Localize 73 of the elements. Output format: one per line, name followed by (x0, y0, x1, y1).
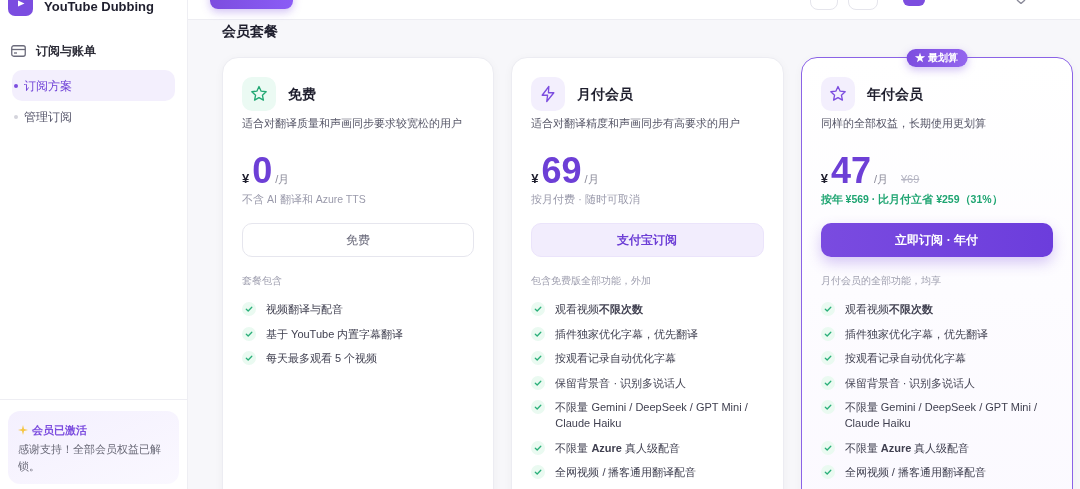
features-title: 包含免费版全部功能，外加 (531, 274, 653, 288)
feature-text: 观看视频不限次数 (555, 302, 644, 317)
plan-name: 月付会员 (577, 84, 634, 104)
price-amount: 0 (252, 153, 273, 189)
check-icon (820, 326, 835, 341)
plan-description: 同样的全部权益，长期使用更划算 (820, 116, 987, 131)
sidebar-item[interactable]: 订阅方案 (12, 70, 175, 101)
plan-name: 免费 (288, 84, 316, 104)
feature-text: 不限量 Azure 真人级配音 (844, 440, 970, 456)
plan-button[interactable]: 立即订阅 · 年付 (820, 223, 1053, 257)
check-icon (820, 440, 835, 455)
lightning-icon (531, 77, 566, 111)
feature-text: 按观看记录自动优化字幕 (844, 351, 966, 366)
check-icon (531, 375, 546, 390)
sparkle-icon (18, 424, 28, 435)
feature-text: 插件独家优化字幕，优先翻译 (844, 326, 988, 342)
price-period: /月 (275, 172, 290, 187)
page-title: 会员套餐 (222, 22, 279, 41)
price-period: /月 (584, 172, 599, 187)
feature-text: 保留背景音 · 识别多说话人 (555, 375, 687, 391)
check-icon (820, 375, 835, 390)
check-icon (820, 351, 835, 365)
feature-text: 全网视频 / 播客通用翻译配音 (844, 465, 986, 480)
check-icon (242, 326, 256, 341)
feature-text: 每天最多观看 5 个视频 (266, 351, 378, 366)
star-icon (242, 77, 276, 111)
feature-text: 基于 YouTube 内置字幕翻译 (266, 326, 404, 342)
check-icon (531, 400, 546, 414)
check-icon (820, 302, 835, 316)
original-price: ¥69 (901, 172, 920, 187)
plan-description: 适合对翻译质量和声画同步要求较宽松的用户 (242, 116, 463, 131)
check-icon (531, 351, 546, 365)
chevron-down-icon (1016, 0, 1026, 4)
feature-text: 观看视频不限次数 (844, 302, 933, 317)
plan-button[interactable]: 支付宝订阅 (531, 223, 764, 257)
star-icon (820, 77, 855, 111)
feature-text: 不限量 Gemini / DeepSeek / GPT Mini / Claude Haiku (555, 400, 749, 431)
price-amount: 69 (541, 153, 582, 189)
savings-note: 按年 ¥569 · 比月付立省 ¥259（31%） (820, 192, 1004, 206)
feature-text: 按观看记录自动优化字幕 (555, 351, 677, 366)
features-title: 套餐包含 (242, 274, 283, 288)
section-title: 订阅与账单 (36, 43, 96, 60)
check-icon (820, 400, 835, 414)
plan-description: 适合对翻译精度和声画同步有高要求的用户 (531, 116, 742, 131)
sidebar-item[interactable]: 管理订阅 (12, 101, 175, 132)
feature-text: 不限量 Azure 真人级配音 (555, 440, 680, 456)
currency-symbol: ¥ (242, 170, 250, 188)
card-icon (11, 45, 26, 57)
check-icon (531, 465, 546, 479)
currency-symbol: ¥ (531, 170, 539, 188)
price-note: 按月付费 · 随时可取消 (531, 192, 641, 206)
app-name: YouTube Dubbing (44, 0, 154, 13)
check-icon (242, 351, 256, 365)
check-icon (820, 465, 835, 479)
price-period: /月 (873, 172, 888, 187)
status-message: 感谢支持！全部会员权益已解锁。 (18, 442, 162, 474)
check-icon (242, 302, 256, 316)
features-title: 月付会员的全部功能，均享 (820, 274, 942, 288)
plan-button[interactable]: 免费 (242, 223, 475, 257)
plan-name: 年付会员 (866, 84, 923, 104)
check-icon (531, 326, 546, 341)
status-title: 会员已激活 (32, 422, 87, 438)
price-amount: 47 (830, 153, 871, 189)
check-icon (531, 302, 546, 316)
feature-text: 不限量 Gemini / DeepSeek / GPT Mini / Claude Haiku (844, 400, 1038, 431)
feature-text: 全网视频 / 播客通用翻译配音 (555, 465, 697, 480)
currency-symbol: ¥ (820, 170, 828, 188)
feature-text: 插件独家优化字幕，优先翻译 (555, 326, 699, 342)
check-icon (531, 440, 546, 455)
price-note: 不含 AI 翻译和 Azure TTS (242, 192, 367, 206)
feature-text: 视频翻译与配音 (266, 302, 343, 317)
feature-text: 保留背景音 · 识别多说话人 (844, 375, 976, 391)
plan-badge: ★ 最划算 (906, 49, 968, 67)
